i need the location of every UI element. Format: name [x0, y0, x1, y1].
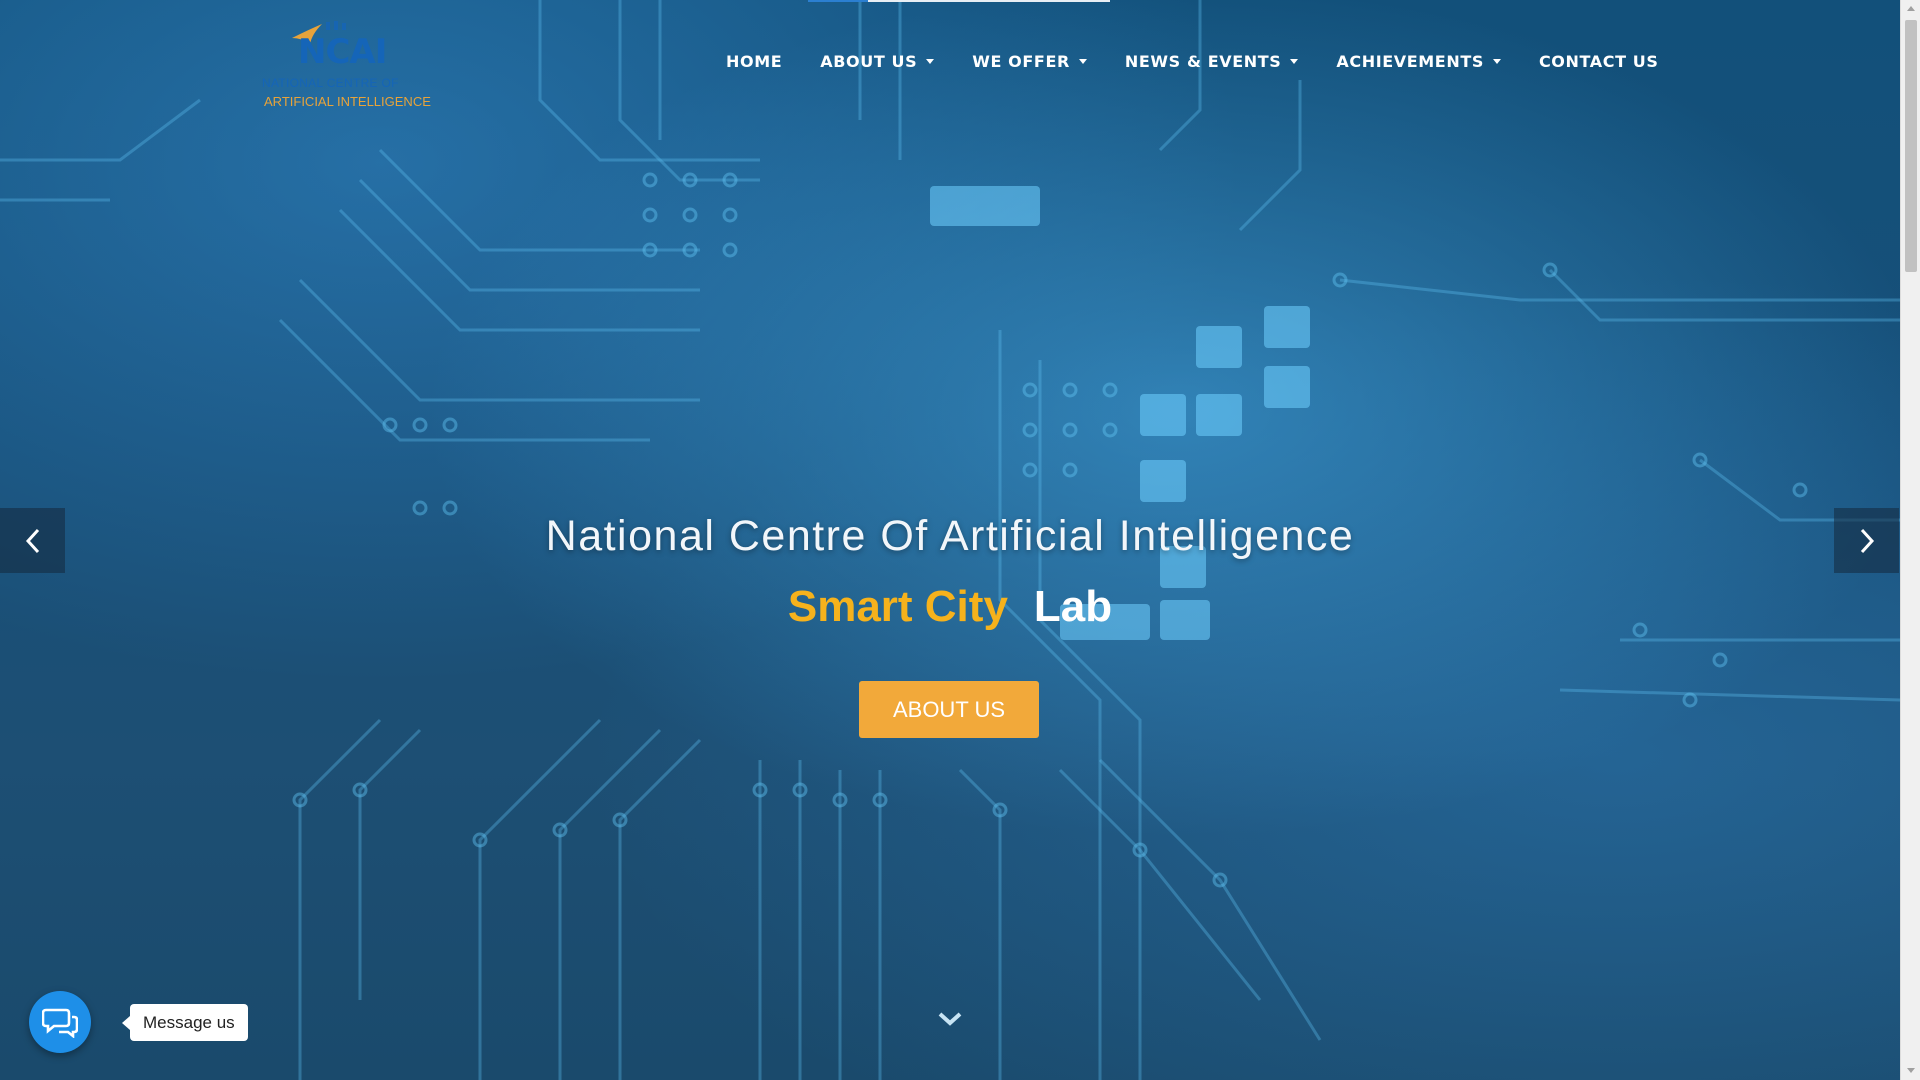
chevron-left-icon — [25, 528, 39, 553]
ncai-logo[interactable]: NCAI NATIONAL CENTRE OF ARTIFICIAL INTEL… — [262, 20, 432, 112]
top-progress-fill — [808, 0, 868, 2]
hero-sub-highlight: Smart City — [787, 582, 1008, 631]
slider-prev-button[interactable] — [0, 508, 65, 573]
message-us-label[interactable]: Message us — [122, 1004, 248, 1041]
nav-news-events[interactable]: NEWS & EVENTS — [1124, 52, 1299, 71]
scroll-down-button[interactable] — [937, 1008, 963, 1030]
nav-home[interactable]: HOME — [726, 52, 782, 71]
caret-down-icon — [926, 59, 935, 64]
nav-achievements-label: ACHIEVEMENTS — [1336, 52, 1484, 71]
scroll-up-arrow-icon[interactable] — [1907, 6, 1915, 11]
about-us-button[interactable]: ABOUT US — [859, 681, 1039, 738]
main-nav: HOME ABOUT US WE OFFER NEWS & EVENTS ACH… — [726, 52, 1697, 71]
hero-headline: National Centre Of Artificial Intelligen… — [545, 512, 1355, 560]
page-scrollbar[interactable] — [1900, 0, 1920, 1080]
scroll-down-arrow-icon[interactable] — [1907, 1068, 1915, 1073]
hero-slider: NCAI NATIONAL CENTRE OF ARTIFICIAL INTEL… — [0, 0, 1900, 1080]
nav-contact-us-label: CONTACT US — [1538, 52, 1659, 71]
chevron-right-icon — [1860, 528, 1874, 553]
chevron-down-icon — [938, 1012, 962, 1026]
hero-sub-rest: Lab — [1033, 582, 1113, 631]
slider-next-button[interactable] — [1834, 508, 1899, 573]
logo-line2: ARTIFICIAL INTELLIGENCE — [264, 94, 431, 109]
caret-down-icon — [1492, 59, 1501, 64]
nav-home-label: HOME — [726, 52, 783, 71]
caret-down-icon — [1290, 59, 1299, 64]
nav-we-offer-label: WE OFFER — [972, 52, 1070, 71]
messenger-button[interactable] — [29, 991, 91, 1053]
nav-news-events-label: NEWS & EVENTS — [1124, 52, 1282, 71]
nav-contact-us[interactable]: CONTACT US — [1539, 52, 1659, 71]
logo-line1: NATIONAL CENTRE OF — [262, 76, 399, 90]
nav-achievements[interactable]: ACHIEVEMENTS — [1336, 52, 1501, 71]
caret-down-icon — [1078, 59, 1087, 64]
chat-bubbles-icon — [42, 1008, 78, 1038]
nav-about-us-label: ABOUT US — [820, 52, 918, 71]
logo-wordmark: NCAI — [298, 32, 387, 72]
nav-about-us[interactable]: ABOUT US — [820, 52, 935, 71]
scrollbar-thumb[interactable] — [1905, 20, 1917, 272]
nav-we-offer[interactable]: WE OFFER — [972, 52, 1087, 71]
hero-subline: Smart City Lab — [0, 582, 1900, 632]
